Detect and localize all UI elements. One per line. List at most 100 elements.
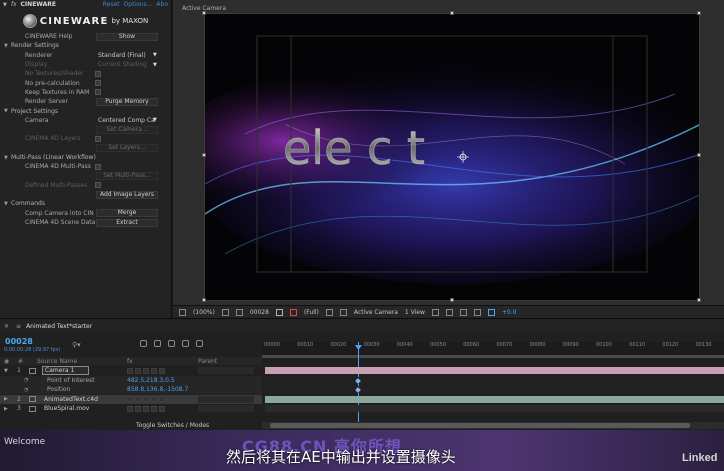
property-row[interactable]: ◔ Position 858.8,136.8,-1508.7 bbox=[0, 385, 262, 394]
property-button[interactable]: Extract bbox=[96, 218, 158, 227]
parent-select[interactable] bbox=[198, 367, 254, 374]
checkbox[interactable] bbox=[95, 89, 101, 96]
property-value[interactable]: Standard (Final) bbox=[98, 52, 146, 59]
expand-layer-icon[interactable]: ▼ bbox=[4, 368, 8, 374]
property-track[interactable] bbox=[265, 386, 724, 393]
group-toggle-icon[interactable]: ▼ bbox=[4, 43, 8, 49]
property-value[interactable]: 482.5,218.3,0.5 bbox=[127, 377, 175, 384]
property-value[interactable]: Current Shading bbox=[98, 61, 147, 68]
checkbox[interactable] bbox=[95, 163, 101, 170]
layer-switches[interactable] bbox=[127, 405, 165, 412]
tab-composition[interactable]: Animated Text*starter bbox=[26, 323, 92, 330]
property-track[interactable] bbox=[265, 376, 724, 384]
layer-row[interactable]: ▼ 1 Camera 1 bbox=[0, 366, 262, 375]
toggle-switches-modes[interactable]: Toggle Switches / Modes bbox=[136, 422, 209, 429]
source-name-column[interactable]: Source Name bbox=[37, 358, 77, 365]
property-button[interactable]: Set Layers... bbox=[96, 144, 158, 153]
stopwatch-icon[interactable]: ◔ bbox=[24, 387, 28, 393]
resolution-select[interactable]: (Full) bbox=[304, 309, 319, 316]
exposure-reset-icon[interactable] bbox=[487, 308, 495, 316]
composition-viewer[interactable]: Active Camera ele c t bbox=[173, 0, 724, 318]
group-label[interactable]: Project Settings bbox=[11, 108, 58, 115]
property-button[interactable]: Set Camera... bbox=[96, 125, 158, 134]
group-label[interactable]: Commands bbox=[11, 200, 45, 207]
viewer-timecode[interactable]: 00028 bbox=[250, 309, 269, 316]
edge-handle[interactable] bbox=[697, 153, 701, 157]
search-icon[interactable]: ⚲▾ bbox=[72, 341, 81, 349]
grid-icon[interactable] bbox=[235, 308, 243, 316]
motion-blur-icon[interactable] bbox=[182, 340, 189, 347]
panel-menu-icon[interactable]: ≡ bbox=[16, 323, 21, 330]
property-button[interactable]: Add Image Layers bbox=[96, 190, 158, 199]
edge-handle[interactable] bbox=[450, 298, 454, 302]
layer-row[interactable]: ▶ 3 BlueSpiral.mov bbox=[0, 404, 262, 413]
layer-name[interactable]: Camera 1 bbox=[42, 366, 90, 375]
corner-handle[interactable] bbox=[697, 298, 701, 302]
close-tab-icon[interactable]: ✕ bbox=[4, 323, 9, 330]
group-toggle-icon[interactable]: ▼ bbox=[4, 155, 8, 161]
parent-select[interactable] bbox=[198, 405, 254, 412]
graph-editor-icon[interactable] bbox=[196, 340, 203, 347]
timeline-navigator[interactable] bbox=[262, 422, 724, 429]
fast-preview-icon[interactable] bbox=[445, 308, 453, 316]
flowchart-icon[interactable] bbox=[473, 308, 481, 316]
expand-layer-icon[interactable]: ▶ bbox=[4, 396, 8, 402]
edge-handle[interactable] bbox=[202, 153, 206, 157]
checkbox[interactable] bbox=[95, 80, 101, 87]
exposure-value[interactable]: +0.0 bbox=[502, 309, 517, 316]
group-toggle-icon[interactable]: ▼ bbox=[4, 108, 8, 114]
layer-duration-bar[interactable] bbox=[265, 405, 724, 412]
layer-duration-bar[interactable] bbox=[265, 367, 724, 374]
about-link[interactable]: Abo bbox=[156, 1, 168, 8]
transparency-grid-icon[interactable] bbox=[339, 308, 347, 316]
property-button[interactable]: Show bbox=[96, 32, 158, 41]
reset-link[interactable]: Reset bbox=[103, 1, 120, 8]
timeline-icon[interactable] bbox=[459, 308, 467, 316]
navigator-thumb[interactable] bbox=[270, 423, 690, 428]
region-of-interest-icon[interactable] bbox=[325, 308, 333, 316]
layer-name[interactable]: AnimatedText.c4d bbox=[44, 396, 98, 403]
property-row[interactable]: ◔ Point of Interest 482.5,218.3,0.5 bbox=[0, 375, 262, 385]
channel-icon[interactable] bbox=[289, 308, 297, 316]
checkbox[interactable] bbox=[95, 182, 101, 189]
layer-switches[interactable] bbox=[127, 367, 165, 374]
options-link[interactable]: Options... bbox=[124, 1, 153, 8]
property-button[interactable]: Purge Memory bbox=[96, 97, 158, 106]
current-time[interactable]: 00028 bbox=[5, 337, 33, 346]
group-label[interactable]: Multi-Pass (Linear Workflow) bbox=[11, 154, 96, 161]
checkbox[interactable] bbox=[95, 70, 101, 77]
safe-areas-icon[interactable] bbox=[221, 308, 229, 316]
layer-switches[interactable] bbox=[127, 396, 165, 402]
chevron-down-icon[interactable]: ▼ bbox=[153, 62, 157, 68]
chevron-down-icon[interactable]: ▼ bbox=[153, 117, 157, 123]
expand-layer-icon[interactable]: ▶ bbox=[4, 406, 8, 412]
hide-shy-icon[interactable] bbox=[154, 340, 161, 347]
toggle-pixel-icon[interactable] bbox=[431, 308, 439, 316]
chevron-down-icon[interactable]: ▼ bbox=[153, 52, 157, 58]
stopwatch-icon[interactable]: ◔ bbox=[24, 377, 28, 383]
frame-blend-icon[interactable] bbox=[168, 340, 175, 347]
corner-handle[interactable] bbox=[202, 11, 206, 15]
view-layout-select[interactable]: 1 View bbox=[405, 309, 425, 316]
group-label[interactable]: Render Settings bbox=[11, 42, 59, 49]
corner-handle[interactable] bbox=[202, 298, 206, 302]
collapse-triangle-icon[interactable]: ▼ bbox=[3, 2, 7, 8]
magnification-select[interactable]: (100%) bbox=[193, 309, 215, 316]
edge-handle[interactable] bbox=[450, 11, 454, 15]
layer-row[interactable]: ▶ 2 AnimatedText.c4d bbox=[0, 394, 262, 404]
property-value[interactable]: 858.8,136.8,-1508.7 bbox=[127, 386, 188, 393]
checkbox[interactable] bbox=[95, 135, 101, 142]
composition-canvas[interactable]: ele c t bbox=[204, 13, 700, 301]
property-button[interactable]: Set Multi-Pass... bbox=[96, 172, 158, 181]
corner-handle[interactable] bbox=[697, 11, 701, 15]
camera-view-select[interactable]: Active Camera bbox=[354, 309, 398, 316]
property-button[interactable]: Merge bbox=[96, 209, 158, 218]
layer-name[interactable]: BlueSpiral.mov bbox=[44, 405, 89, 412]
time-ruler[interactable]: 00000 00010 00020 00030 00040 00050 00060 00070… bbox=[262, 342, 724, 355]
property-value[interactable]: Centered Comp Ca bbox=[98, 117, 155, 124]
layer-duration-bar[interactable] bbox=[265, 395, 724, 403]
work-area-bar[interactable] bbox=[262, 355, 724, 358]
parent-select[interactable] bbox=[198, 395, 254, 403]
snapshot-icon[interactable] bbox=[275, 308, 283, 316]
draft-3d-icon[interactable] bbox=[140, 340, 147, 347]
